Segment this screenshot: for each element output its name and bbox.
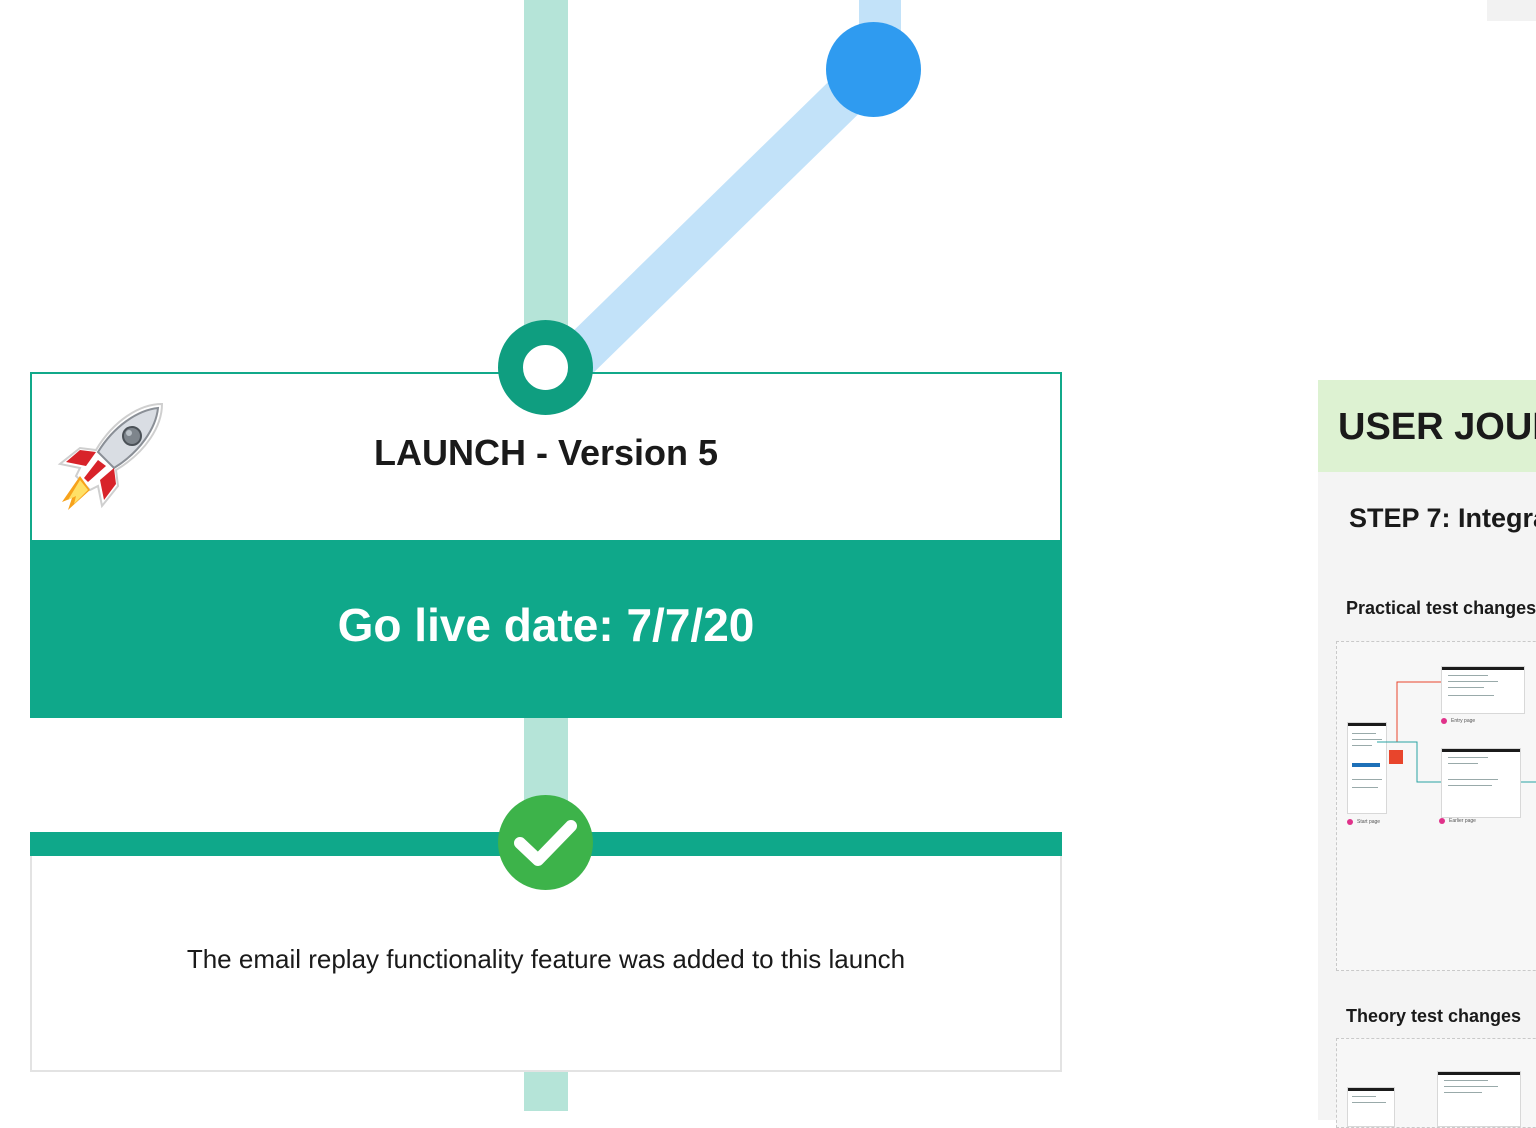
mini-page-header	[1438, 1072, 1520, 1075]
mini-theory-page	[1347, 1087, 1395, 1127]
checkmark-icon	[514, 820, 577, 866]
go-live-date: Go live date: 7/7/20	[337, 599, 755, 651]
rocket-icon	[57, 402, 164, 510]
mini-text-line	[1444, 1080, 1488, 1081]
mini-text-line	[1352, 1096, 1376, 1097]
top-right-panel-edge	[1487, 0, 1536, 21]
mini-text-line	[1444, 1086, 1498, 1087]
mini-text-line	[1352, 1102, 1386, 1103]
launch-card[interactable]: LAUNCH - Version 5 Go live date: 7/7/20	[30, 372, 1062, 718]
theory-test-thumbnail[interactable]	[1336, 1038, 1536, 1128]
branch-track-diagonal	[559, 54, 888, 376]
mini-theory-page-2	[1437, 1071, 1521, 1127]
mini-text-line	[1444, 1092, 1482, 1093]
mini-flow-connectors	[1377, 681, 1536, 783]
launch-title: LAUNCH - Version 5	[373, 432, 719, 473]
user-journey-header: USER JOURNI	[1318, 380, 1536, 472]
branch-node[interactable]	[826, 22, 921, 117]
section-label-theory: Theory test changes	[1346, 1006, 1522, 1026]
feature-description: The email replay functionality feature w…	[186, 944, 906, 974]
section-label-practical: Practical test changes	[1346, 598, 1536, 618]
mini-page-header	[1348, 1088, 1394, 1091]
launch-node[interactable]	[498, 320, 593, 415]
user-journey-panel[interactable]: USER JOURNI STEP 7: Integra Practical te…	[1318, 380, 1536, 1128]
user-journey-title: USER JOURNI	[1338, 406, 1536, 448]
step-title: STEP 7: Integra	[1349, 503, 1536, 533]
check-node[interactable]	[498, 795, 593, 890]
practical-test-thumbnail[interactable]: Start page Entry page Earlier page	[1336, 641, 1536, 971]
go-live-band: Go live date: 7/7/20	[30, 540, 1062, 718]
